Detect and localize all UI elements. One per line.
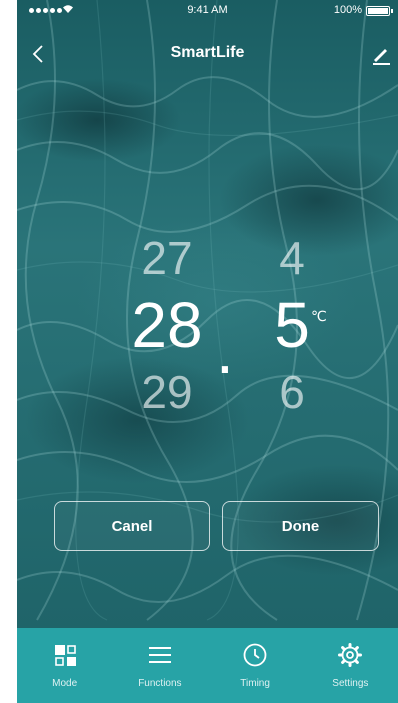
integer-above[interactable]: 27: [112, 230, 222, 286]
app-screen: 9:41 AM 100% SmartLife 27 28 29 . 4 5 6 …: [17, 0, 398, 703]
celsius-unit: ℃: [311, 308, 327, 324]
tab-timing[interactable]: Timing: [208, 628, 303, 703]
pencil-icon[interactable]: [370, 42, 392, 66]
tab-label-functions: Functions: [138, 678, 182, 689]
cancel-button[interactable]: Canel: [54, 501, 210, 551]
gear-icon: [338, 643, 363, 667]
grid-icon: [54, 645, 76, 666]
tab-label-settings: Settings: [332, 678, 369, 689]
tab-functions[interactable]: Functions: [112, 628, 207, 703]
decimal-separator: .: [216, 315, 234, 387]
tab-label-timing: Timing: [240, 678, 270, 689]
tab-label-mode: Mode: [52, 678, 78, 689]
status-bar: 9:41 AM 100%: [17, 0, 398, 22]
tab-mode[interactable]: Mode: [17, 628, 112, 703]
menu-icon: [148, 647, 171, 663]
battery-percent: 100%: [333, 4, 362, 16]
temperature-picker: 27 28 29 . 4 5 6 ℃: [17, 230, 398, 440]
page-title: SmartLife: [170, 44, 245, 61]
tab-settings[interactable]: Settings: [303, 628, 398, 703]
decimal-wheel[interactable]: 4 5 6: [257, 230, 327, 420]
integer-wheel[interactable]: 27 28 29: [112, 230, 222, 420]
clock-icon: [243, 643, 267, 667]
nav-bar: SmartLife: [17, 28, 398, 72]
integer-below[interactable]: 29: [112, 364, 222, 420]
tab-bar: Mode Functions Timing Settings: [17, 628, 398, 703]
done-button[interactable]: Done: [222, 501, 379, 551]
integer-selected: 28: [131, 289, 203, 361]
decimal-selected: 5: [274, 289, 310, 361]
decimal-below[interactable]: 6: [257, 364, 327, 420]
decimal-above[interactable]: 4: [257, 230, 327, 286]
battery-icon: [366, 6, 393, 16]
